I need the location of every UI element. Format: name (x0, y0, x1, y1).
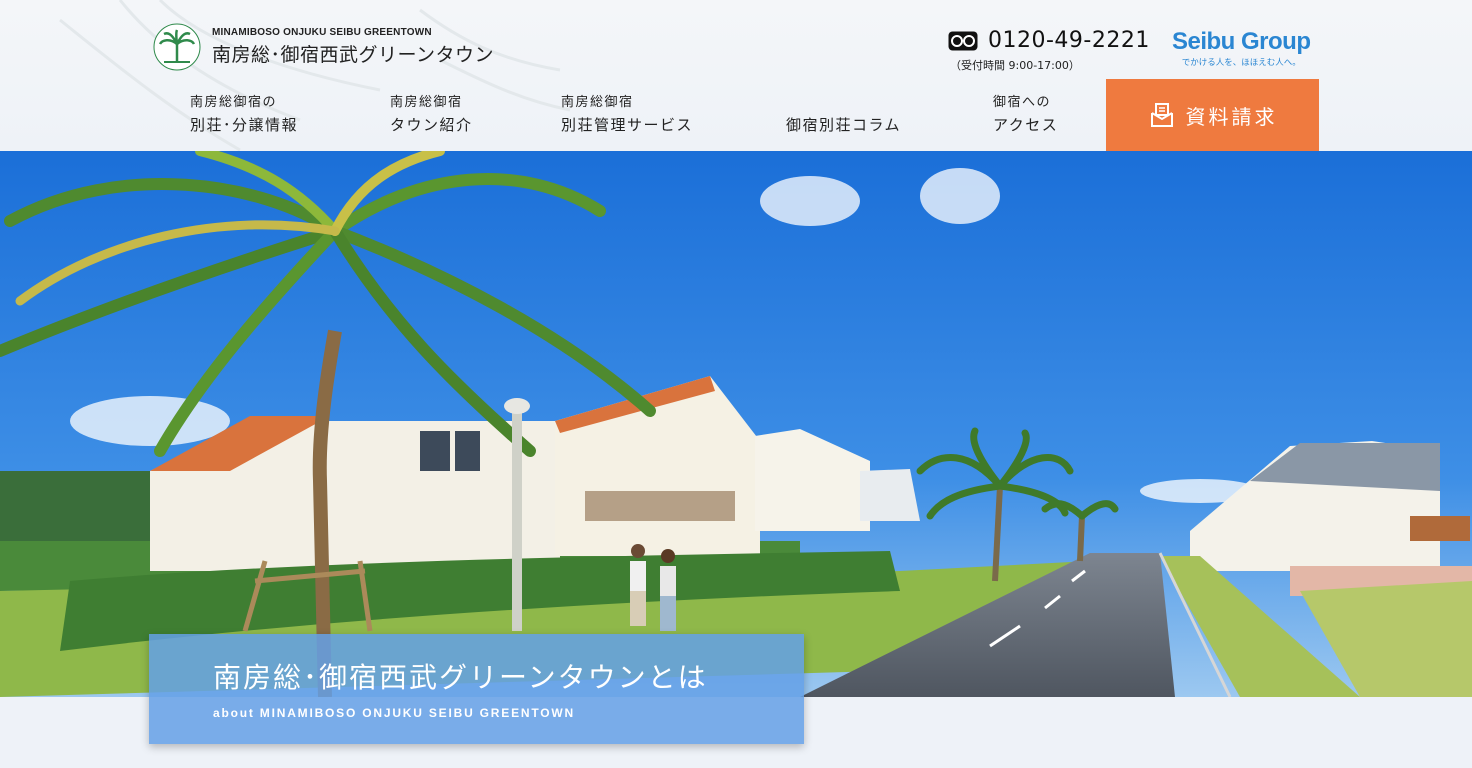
document-request-label: 資料請求 (1185, 104, 1278, 129)
phone-contact[interactable]: 0120-49-2221 （受付時間 9:00-17:00） (948, 28, 1150, 73)
hero-image (0, 151, 1472, 697)
nav-item-town-intro[interactable]: 南房総御宿 タウン紹介 (390, 92, 473, 136)
freedial-icon (948, 31, 978, 50)
palm-tree-logo-icon (153, 23, 201, 71)
phone-hours: （受付時間 9:00-17:00） (950, 59, 1080, 72)
nav-item-line1 (786, 92, 901, 114)
site-header: MINAMIBOSO ONJUKU SEIBU GREENTOWN 南房総･御宿… (0, 0, 1472, 151)
document-request-icon (1150, 103, 1173, 127)
phone-row: 0120-49-2221 (948, 28, 1150, 53)
phone-number[interactable]: 0120-49-2221 (988, 28, 1150, 53)
nav-item-line1: 南房総御宿 (561, 95, 634, 110)
hero-subtitle: about MINAMIBOSO ONJUKU SEIBU GREENTOWN (213, 706, 575, 720)
nav-item-line2: タウン紹介 (390, 116, 473, 134)
nav-item-line2: アクセス (993, 116, 1059, 134)
nav-item-villa-management[interactable]: 南房総御宿 別荘管理サービス (561, 92, 693, 136)
logo-text: MINAMIBOSO ONJUKU SEIBU GREENTOWN 南房総･御宿… (212, 27, 494, 67)
seibu-group-brand[interactable]: Seibu Group でかける人を、ほほえむ人へ。 (1172, 28, 1311, 69)
nav-item-access[interactable]: 御宿への アクセス (993, 92, 1058, 136)
nav-item-line1: 南房総御宿 (390, 95, 463, 110)
hero-caption: 南房総･御宿西武グリーンタウンとは about MINAMIBOSO ONJUK… (149, 634, 804, 744)
nav-item-line2: 別荘･分譲情報 (190, 116, 299, 134)
brand-tagline: でかける人を、ほほえむ人へ。 (1181, 58, 1301, 68)
document-request-button[interactable]: 資料請求 (1106, 79, 1319, 151)
site-logo[interactable]: MINAMIBOSO ONJUKU SEIBU GREENTOWN 南房総･御宿… (152, 22, 494, 72)
brand-name: Seibu Group (1172, 28, 1311, 55)
hero-title: 南房総･御宿西武グリーンタウンとは (213, 661, 708, 694)
nav-item-line1: 南房総御宿の (190, 95, 278, 110)
nav-item-line2: 御宿別荘コラム (786, 116, 902, 134)
nav-item-villa-sales[interactable]: 南房総御宿の 別荘･分譲情報 (190, 92, 298, 136)
logo-japanese: 南房総･御宿西武グリーンタウン (212, 44, 495, 66)
nav-item-line2: 別荘管理サービス (561, 116, 694, 134)
logo-english: MINAMIBOSO ONJUKU SEIBU GREENTOWN (212, 27, 432, 38)
nav-item-line1: 御宿への (993, 95, 1052, 110)
hero-photo (0, 151, 1472, 697)
nav-item-column[interactable]: 御宿別荘コラム (786, 92, 901, 136)
